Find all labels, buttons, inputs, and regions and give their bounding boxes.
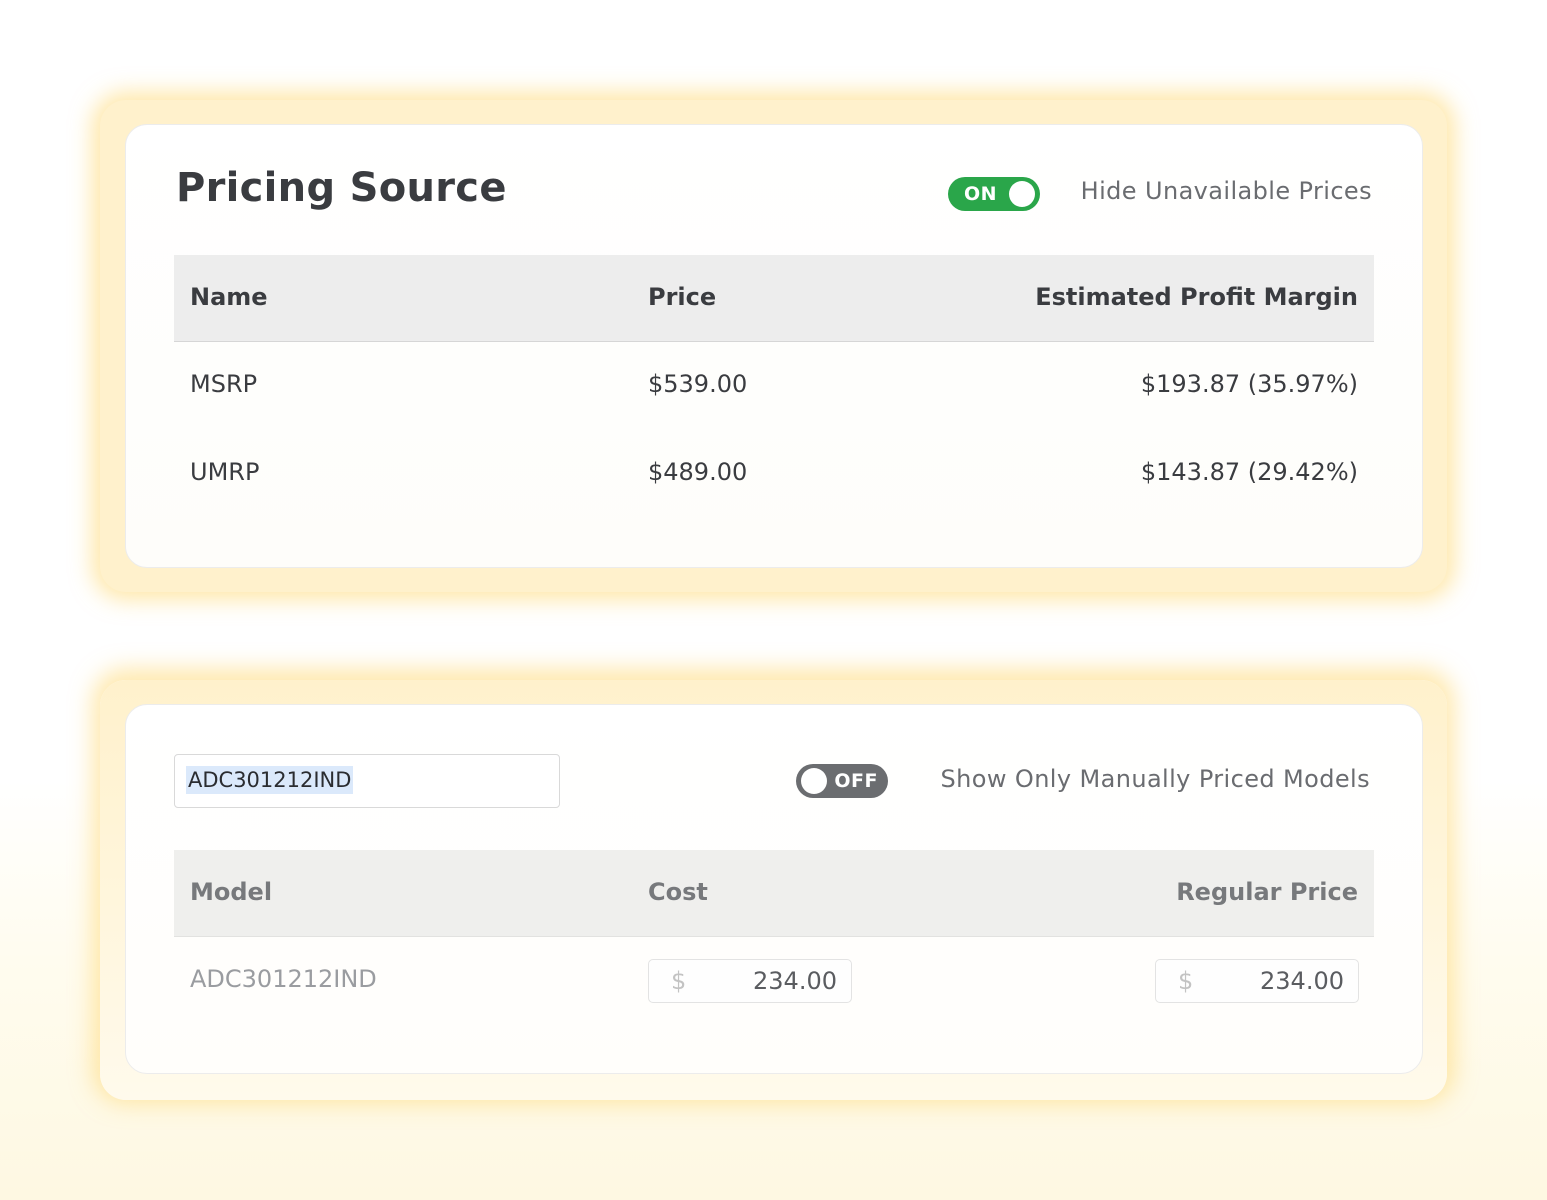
models-card: ADC301212IND OFF Show Only Manually Pric… <box>125 704 1423 1074</box>
table-row[interactable]: UMRP $489.00 $143.87 (29.42%) <box>174 430 1374 518</box>
models-table: Model Cost Regular Price ADC301212IND $ … <box>174 850 1374 1025</box>
column-header-name: Name <box>190 283 268 311</box>
pricing-source-table: Name Price Estimated Profit Margin MSRP … <box>174 255 1374 518</box>
regular-price-input[interactable]: $ 234.00 <box>1155 959 1359 1003</box>
row-price: $539.00 <box>648 370 748 398</box>
column-header-cost: Cost <box>648 878 708 906</box>
column-header-regular-price: Regular Price <box>1176 878 1358 906</box>
hide-unavailable-toggle[interactable]: ON <box>948 177 1040 211</box>
table-header: Name Price Estimated Profit Margin <box>174 255 1374 342</box>
cost-input[interactable]: $ 234.00 <box>648 959 852 1003</box>
row-name: MSRP <box>190 370 258 398</box>
row-name: UMRP <box>190 458 260 486</box>
column-header-margin: Estimated Profit Margin <box>1035 283 1358 311</box>
column-header-model: Model <box>190 878 273 906</box>
manually-priced-label: Show Only Manually Priced Models <box>940 765 1370 793</box>
row-margin: $143.87 (29.42%) <box>1140 458 1358 486</box>
regular-price-value: 234.00 <box>1260 967 1344 995</box>
pricing-source-card: Pricing Source ON Hide Unavailable Price… <box>125 124 1423 568</box>
row-margin: $193.87 (35.97%) <box>1140 370 1358 398</box>
toggle-state-label: ON <box>964 183 998 205</box>
toggle-knob <box>801 768 827 794</box>
table-row[interactable]: ADC301212IND $ 234.00 $ 234.00 <box>174 937 1374 1025</box>
dollar-icon: $ <box>1178 967 1194 995</box>
table-header: Model Cost Regular Price <box>174 850 1374 937</box>
row-price: $489.00 <box>648 458 748 486</box>
dollar-icon: $ <box>671 967 687 995</box>
model-search-input[interactable]: ADC301212IND <box>174 754 560 808</box>
toggle-knob <box>1009 181 1035 207</box>
table-row[interactable]: MSRP $539.00 $193.87 (35.97%) <box>174 342 1374 430</box>
column-header-price: Price <box>648 283 717 311</box>
page-title: Pricing Source <box>176 165 507 211</box>
manually-priced-toggle[interactable]: OFF <box>796 764 888 798</box>
search-value: ADC301212IND <box>186 766 354 794</box>
toggle-state-label: OFF <box>834 770 878 792</box>
cost-value: 234.00 <box>753 967 837 995</box>
row-model: ADC301212IND <box>190 965 377 993</box>
hide-unavailable-label: Hide Unavailable Prices <box>1080 177 1372 205</box>
